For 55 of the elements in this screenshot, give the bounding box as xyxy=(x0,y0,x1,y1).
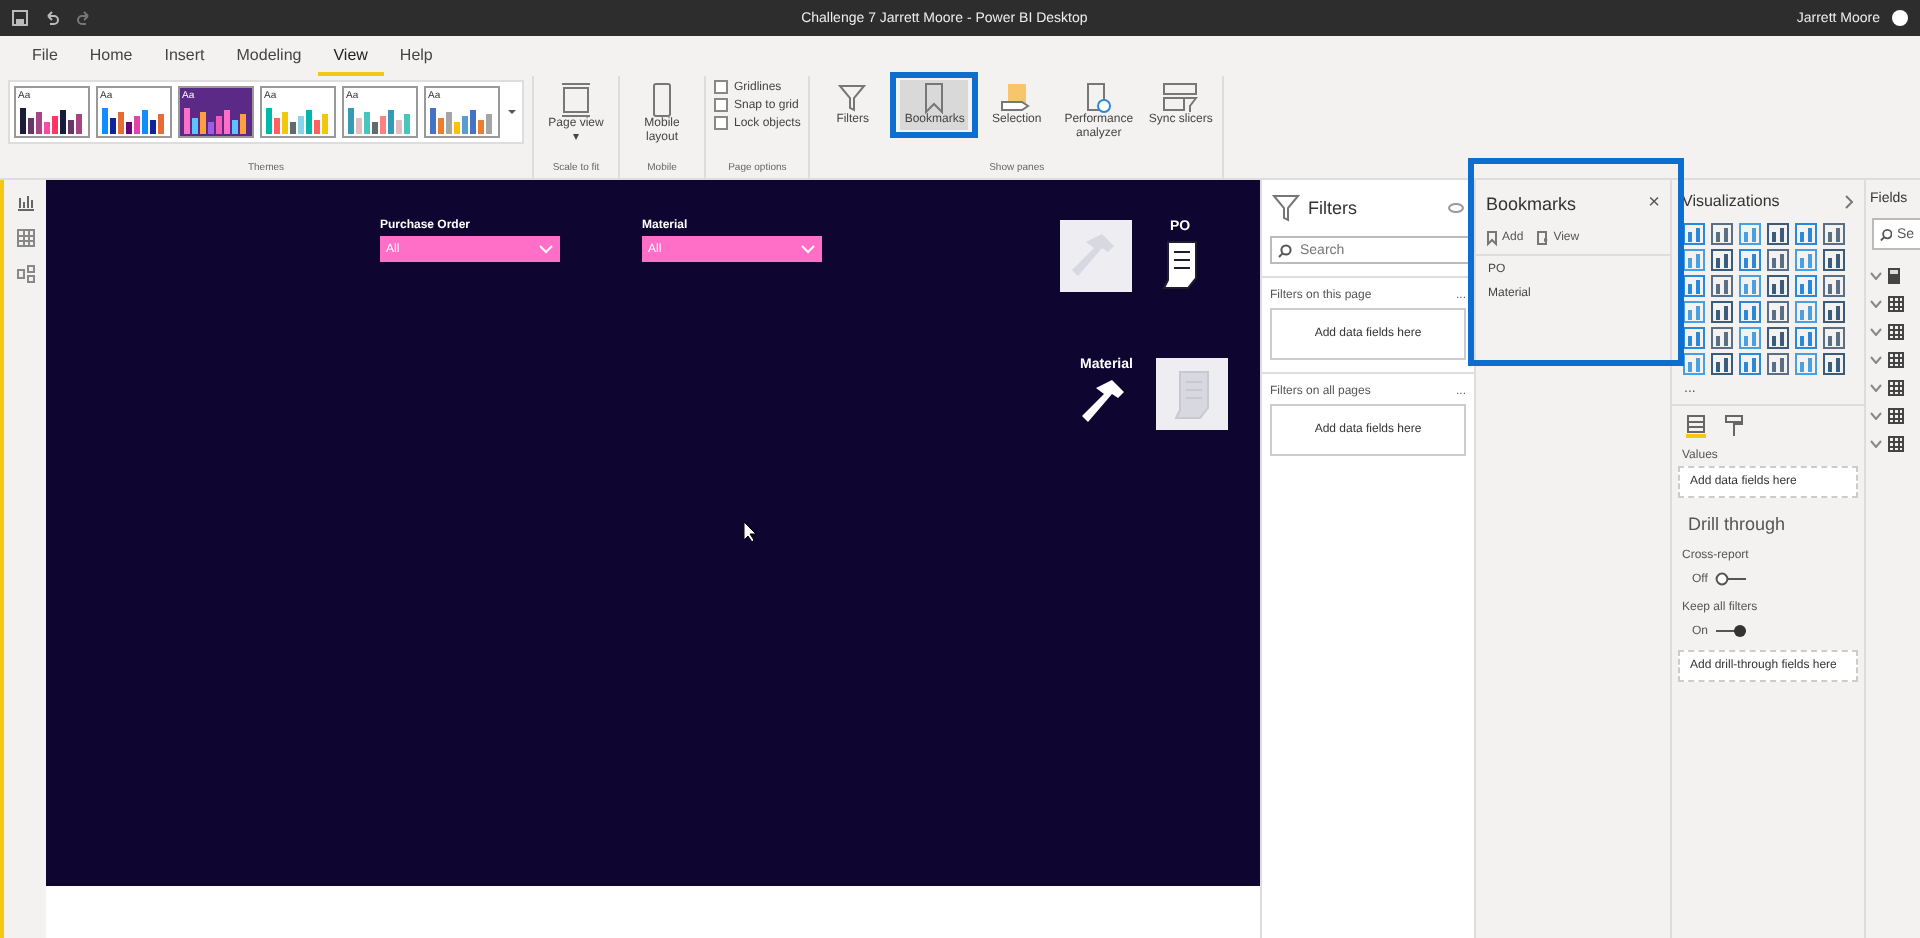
close-button[interactable]: × xyxy=(1648,192,1660,214)
calculator-icon xyxy=(1888,268,1900,284)
table-icon xyxy=(1888,380,1904,396)
page-view-icon xyxy=(560,82,592,118)
model-view-icon[interactable] xyxy=(15,264,35,284)
expand-chevron-icon[interactable] xyxy=(1870,384,1882,392)
chevron-icon[interactable] xyxy=(1844,193,1854,209)
fields-tab-icon[interactable] xyxy=(1684,414,1708,438)
report-view-icon[interactable] xyxy=(15,192,35,212)
expand-chevron-icon[interactable] xyxy=(1870,272,1882,280)
checkbox[interactable] xyxy=(714,98,728,112)
redo-icon[interactable] xyxy=(76,10,92,26)
pane-title: Bookmarks xyxy=(1486,193,1579,213)
highlight-frame xyxy=(890,72,979,138)
data-view-icon[interactable] xyxy=(15,228,35,248)
table-icon xyxy=(1888,436,1904,452)
save-icon[interactable] xyxy=(12,10,28,26)
menu-tab[interactable]: Home xyxy=(73,36,149,76)
avatar-icon[interactable] xyxy=(1892,10,1908,26)
filter-icon xyxy=(1272,192,1300,224)
play-page-icon xyxy=(1535,230,1550,246)
bookmark-icon xyxy=(1486,230,1498,246)
table-icon xyxy=(1888,324,1904,340)
pane-title: Visualizations xyxy=(1682,192,1782,210)
menu-tab[interactable]: Modeling xyxy=(220,36,318,76)
chevron-down-icon xyxy=(800,244,816,254)
performance-icon xyxy=(1084,82,1113,114)
expand-chevron-icon[interactable] xyxy=(1870,328,1882,336)
eye-icon[interactable] xyxy=(1448,202,1464,214)
table-icon xyxy=(1888,296,1904,312)
section-title: Drill through xyxy=(1686,512,1788,538)
search-icon xyxy=(1880,227,1893,241)
expand-chevron-icon[interactable] xyxy=(1870,440,1882,448)
menu-tab[interactable]: Insert xyxy=(148,36,221,76)
chevron-down-icon xyxy=(538,244,554,254)
bookmark-icon xyxy=(922,82,947,114)
checkbox[interactable] xyxy=(714,116,728,130)
gallery-caret-icon[interactable] xyxy=(506,106,518,118)
filter-icon xyxy=(838,82,867,114)
menu-tab[interactable]: Help xyxy=(383,36,449,76)
table-icon xyxy=(1888,408,1904,424)
pane-title: Filters xyxy=(1308,198,1359,218)
selection-icon xyxy=(1000,82,1033,114)
undo-icon[interactable] xyxy=(44,10,60,26)
expand-chevron-icon[interactable] xyxy=(1870,356,1882,364)
sync-slicers-icon xyxy=(1162,82,1199,114)
table-icon xyxy=(1888,352,1904,368)
search-icon xyxy=(1278,244,1292,258)
checkbox[interactable] xyxy=(714,80,728,94)
menu-tab[interactable]: File xyxy=(16,36,74,76)
expand-chevron-icon[interactable] xyxy=(1870,300,1882,308)
expand-chevron-icon[interactable] xyxy=(1870,412,1882,420)
phone-icon xyxy=(652,82,672,118)
paint-roller-icon[interactable] xyxy=(1724,414,1744,438)
cursor-icon xyxy=(744,522,758,542)
